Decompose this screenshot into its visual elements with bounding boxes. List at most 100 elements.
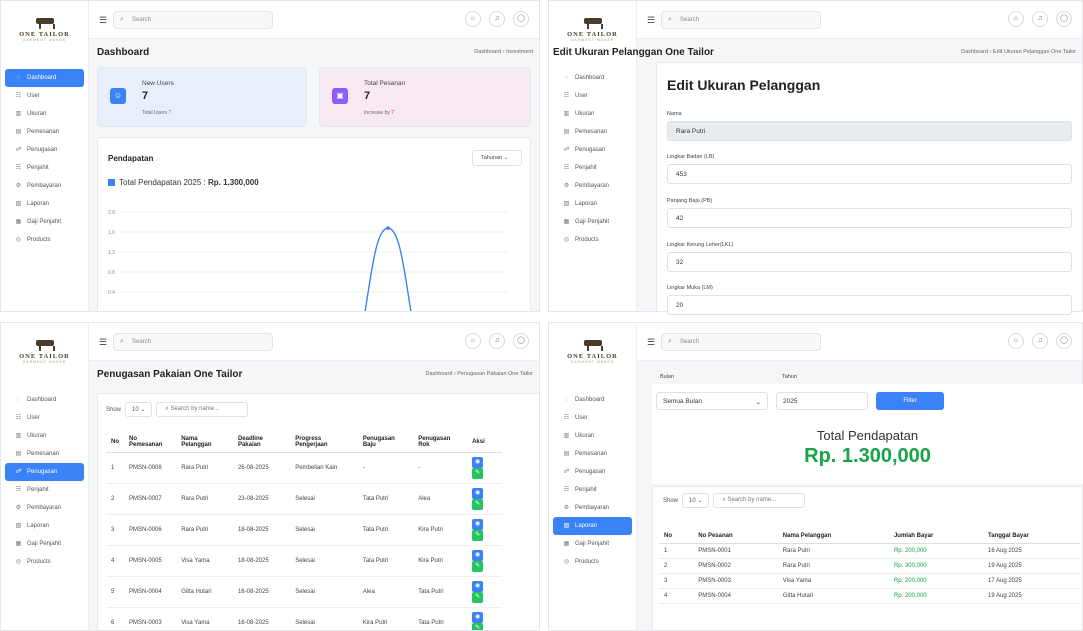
sidebar-item-ukuran[interactable]: ▥ Ukuran xyxy=(553,105,632,123)
avatar-icon[interactable]: ◯ xyxy=(1056,333,1072,349)
sidebar-item-products[interactable]: ◎ Products xyxy=(5,231,84,249)
sidebar-item-dashboard[interactable]: ◌ Dashboard xyxy=(553,391,632,409)
bell-icon[interactable]: ♫ xyxy=(489,11,505,27)
search-input[interactable]: ⌕ Search xyxy=(113,11,273,29)
sidebar-item-gaji-penjahit[interactable]: ▦ Gaji Penjahit xyxy=(5,213,84,231)
breadcrumb[interactable]: Dashboard › Edit Ukuran Pelanggan One Ta… xyxy=(961,49,1076,55)
entries-select[interactable]: 10 ⌄ xyxy=(125,402,153,417)
sidebar-item-dashboard[interactable]: ◌ Dashboard xyxy=(5,391,84,409)
search-input[interactable]: ⌕ Search xyxy=(661,11,821,29)
column-header[interactable]: Nama Pelanggan xyxy=(777,529,889,544)
bell-icon[interactable]: ♫ xyxy=(1032,333,1048,349)
sidebar-item-laporan[interactable]: ▧ Laporan xyxy=(553,195,632,213)
sidebar-item-penugasan[interactable]: ☍ Penugasan xyxy=(5,463,84,481)
column-header[interactable]: No xyxy=(106,432,124,453)
sidebar-item-laporan[interactable]: ▧ Laporan xyxy=(5,195,84,213)
sidebar-item-dashboard[interactable]: ◌ Dashboard xyxy=(5,69,84,87)
sun-icon[interactable]: ☼ xyxy=(465,11,481,27)
column-header[interactable]: Penugasan Baju xyxy=(357,432,414,453)
search-input[interactable]: ⌕ Search xyxy=(661,333,821,351)
sidebar-item-products[interactable]: ◎ Products xyxy=(5,553,84,571)
sidebar-item-pemesanan[interactable]: ▤ Pemesanan xyxy=(5,445,84,463)
sidebar-item-gaji-penjahit[interactable]: ▦ Gaji Penjahit xyxy=(553,535,632,553)
column-header[interactable]: Tanggal Bayar xyxy=(982,529,1080,544)
edit-button[interactable]: ✎ xyxy=(472,592,484,603)
bell-icon[interactable]: ♫ xyxy=(489,333,505,349)
sidebar-item-user[interactable]: ☷ User xyxy=(5,87,84,105)
edit-button[interactable]: ✎ xyxy=(472,530,484,541)
sidebar-item-penugasan[interactable]: ☍ Penugasan xyxy=(553,141,632,159)
field-input[interactable]: 20 xyxy=(667,295,1072,315)
sidebar-item-laporan[interactable]: ▧ Laporan xyxy=(5,517,84,535)
column-header[interactable]: No xyxy=(659,529,694,544)
logo[interactable]: ONE TAILOR GARMENT MAKER xyxy=(1,1,88,55)
sidebar-item-pemesanan[interactable]: ▤ Pemesanan xyxy=(5,123,84,141)
hamburger-icon[interactable]: ☰ xyxy=(99,337,107,348)
field-input[interactable]: 453 xyxy=(667,164,1072,184)
sun-icon[interactable]: ☼ xyxy=(1008,333,1024,349)
edit-button[interactable]: ✎ xyxy=(472,468,484,479)
bulan-select[interactable]: Semua Bulan ⌄ xyxy=(656,392,768,410)
column-header[interactable]: No Pemesanan xyxy=(124,432,177,453)
sidebar-item-laporan[interactable]: ▧ Laporan xyxy=(553,517,632,535)
view-button[interactable]: ◉ xyxy=(472,488,484,499)
edit-button[interactable]: ✎ xyxy=(472,561,484,572)
sidebar-item-pembayaran[interactable]: ⚙ Pembayaran xyxy=(5,177,84,195)
logo[interactable]: ONE TAILOR GARMENT MAKER xyxy=(549,323,636,377)
sidebar-item-dashboard[interactable]: ◌ Dashboard xyxy=(553,69,632,87)
sidebar-item-pemesanan[interactable]: ▤ Pemesanan xyxy=(553,445,632,463)
sidebar-item-user[interactable]: ☷ User xyxy=(553,409,632,427)
breadcrumb[interactable]: Dashboard › Penugasan Pakaian One Tailor xyxy=(425,371,533,377)
sun-icon[interactable]: ☼ xyxy=(1008,11,1024,27)
sidebar-item-products[interactable]: ◎ Products xyxy=(553,231,632,249)
bell-icon[interactable]: ♫ xyxy=(1032,11,1048,27)
tahun-input[interactable]: 2025 xyxy=(776,392,868,410)
avatar-icon[interactable]: ◯ xyxy=(1056,11,1072,27)
sidebar-item-pembayaran[interactable]: ⚙ Pembayaran xyxy=(553,177,632,195)
field-input[interactable]: 42 xyxy=(667,208,1072,228)
sidebar-item-ukuran[interactable]: ▥ Ukuran xyxy=(5,427,84,445)
sidebar-item-ukuran[interactable]: ▥ Ukuran xyxy=(5,105,84,123)
edit-button[interactable]: ✎ xyxy=(472,499,484,510)
sidebar-item-ukuran[interactable]: ▥ Ukuran xyxy=(553,427,632,445)
hamburger-icon[interactable]: ☰ xyxy=(647,337,655,348)
view-button[interactable]: ◉ xyxy=(472,612,484,623)
field-input[interactable]: Rara Putri xyxy=(667,121,1072,141)
table-search-input[interactable]: ⌕ Search by name... xyxy=(156,402,249,417)
view-button[interactable]: ◉ xyxy=(472,457,484,468)
column-header[interactable]: Deadline Pakaian xyxy=(232,432,291,453)
column-header[interactable]: Aksi xyxy=(467,432,502,453)
hamburger-icon[interactable]: ☰ xyxy=(99,15,107,26)
sidebar-item-pemesanan[interactable]: ▤ Pemesanan xyxy=(553,123,632,141)
breadcrumb[interactable]: Dashboard › Investment xyxy=(474,49,533,55)
sidebar-item-penjahit[interactable]: ☵ Penjahit xyxy=(553,481,632,499)
entries-select[interactable]: 10 ⌄ xyxy=(682,493,710,508)
sidebar-item-gaji-penjahit[interactable]: ▦ Gaji Penjahit xyxy=(5,535,84,553)
avatar-icon[interactable]: ◯ xyxy=(513,11,529,27)
sidebar-item-products[interactable]: ◎ Products xyxy=(553,553,632,571)
sidebar-item-user[interactable]: ☷ User xyxy=(5,409,84,427)
table-search-input[interactable]: ⌕ Search by name... xyxy=(713,493,806,508)
sidebar-item-user[interactable]: ☷ User xyxy=(553,87,632,105)
view-button[interactable]: ◉ xyxy=(472,581,484,592)
sidebar-item-pembayaran[interactable]: ⚙ Pembayaran xyxy=(553,499,632,517)
filter-button[interactable]: Filter xyxy=(876,392,944,410)
data-point[interactable] xyxy=(386,226,390,230)
sidebar-item-penugasan[interactable]: ☍ Penugasan xyxy=(553,463,632,481)
period-select[interactable]: Tahunan ⌄ xyxy=(472,150,522,166)
column-header[interactable]: Jumlah Bayar xyxy=(888,529,983,544)
sidebar-item-penjahit[interactable]: ☵ Penjahit xyxy=(5,159,84,177)
avatar-icon[interactable]: ◯ xyxy=(513,333,529,349)
search-input[interactable]: ⌕ Search xyxy=(113,333,273,351)
hamburger-icon[interactable]: ☰ xyxy=(647,15,655,26)
column-header[interactable]: Nama Pelanggan xyxy=(176,432,233,453)
sidebar-item-penugasan[interactable]: ☍ Penugasan xyxy=(5,141,84,159)
field-input[interactable]: 32 xyxy=(667,252,1072,272)
view-button[interactable]: ◉ xyxy=(472,519,484,530)
logo[interactable]: ONE TAILOR GARMENT MAKER xyxy=(1,323,88,377)
sidebar-item-penjahit[interactable]: ☵ Penjahit xyxy=(553,159,632,177)
column-header[interactable]: Progress Pengerjaan xyxy=(290,432,358,453)
sidebar-item-penjahit[interactable]: ☵ Penjahit xyxy=(5,481,84,499)
sidebar-item-pembayaran[interactable]: ⚙ Pembayaran xyxy=(5,499,84,517)
sidebar-item-gaji-penjahit[interactable]: ▦ Gaji Penjahit xyxy=(553,213,632,231)
